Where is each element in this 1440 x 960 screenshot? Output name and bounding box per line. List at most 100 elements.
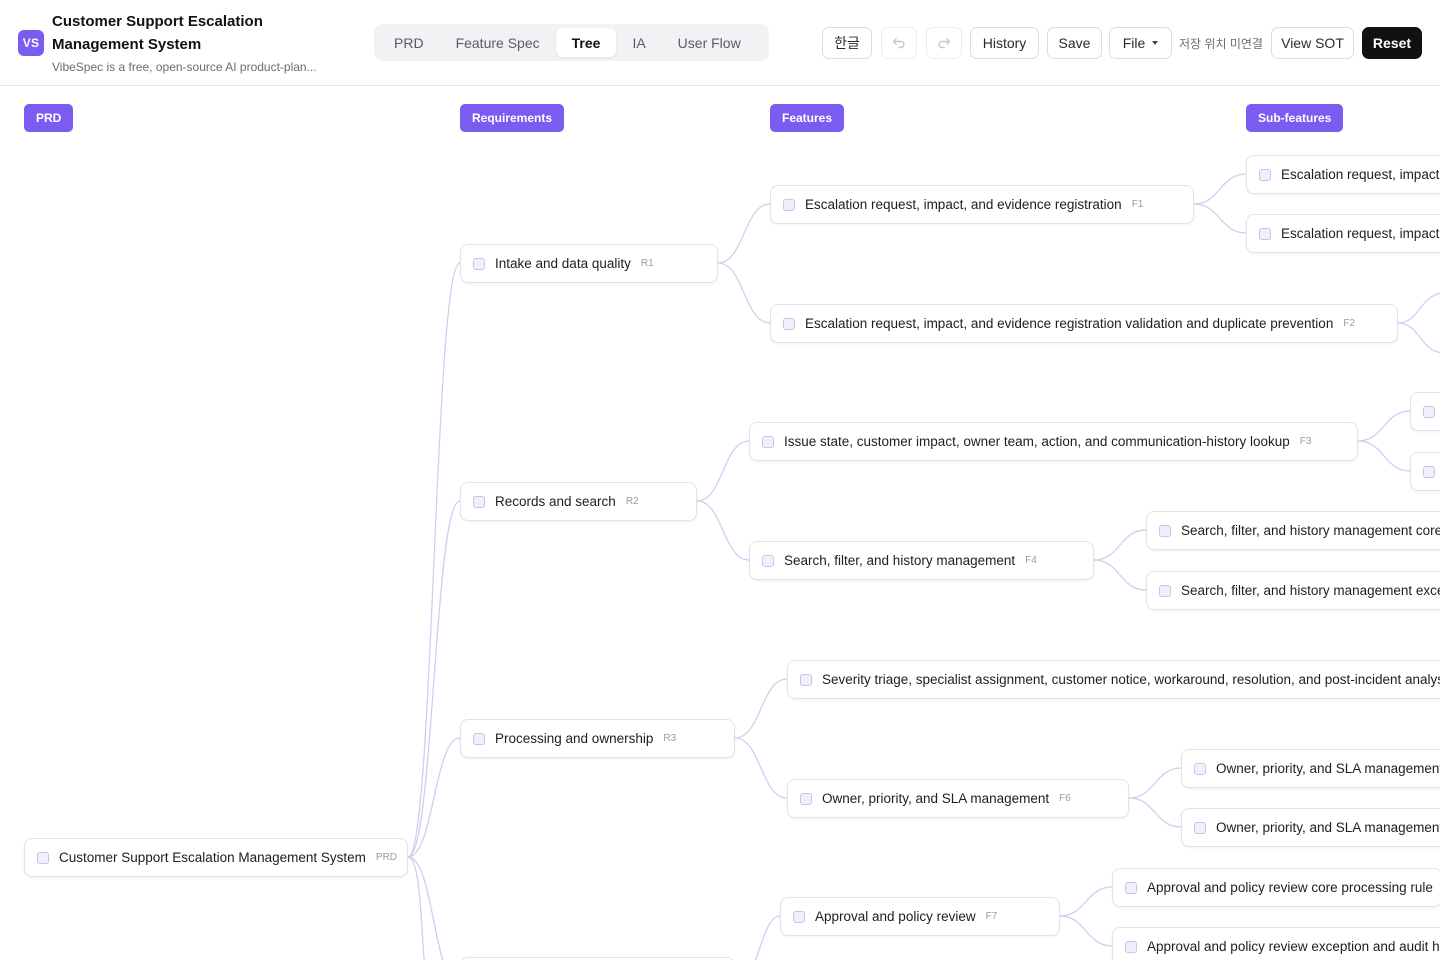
view-sot-button[interactable]: View SOT xyxy=(1271,27,1354,59)
link-f1-s2 xyxy=(1193,203,1247,234)
tree-node-feature[interactable]: Severity triage, specialist assignment, … xyxy=(787,660,1440,699)
link-r3-f5 xyxy=(734,678,788,739)
node-checkbox[interactable] xyxy=(473,495,485,508)
tree-node-feature[interactable]: Issue state, customer impact, owner team… xyxy=(749,422,1358,461)
link-f6-s2 xyxy=(1128,797,1182,828)
node-checkbox[interactable] xyxy=(1423,465,1435,478)
language-button[interactable]: 한글 xyxy=(822,27,872,59)
tree-node-subfeature[interactable] xyxy=(1410,452,1440,491)
node-code: PRD xyxy=(375,852,398,863)
app-subtitle: VibeSpec is a free, open-source AI produ… xyxy=(52,60,317,74)
link-f4-s2 xyxy=(1093,559,1147,591)
node-label: Search, filter, and history management e… xyxy=(1181,583,1440,598)
column-label-features: Features xyxy=(770,104,845,132)
node-checkbox[interactable] xyxy=(783,198,795,211)
node-checkbox[interactable] xyxy=(473,257,485,270)
tree-node-subfeature[interactable] xyxy=(1410,392,1440,431)
tree-node-feature[interactable]: Escalation request, impact, and evidence… xyxy=(770,304,1398,343)
tree-node-requirement[interactable]: Intake and data quality R1 xyxy=(460,244,718,283)
node-checkbox[interactable] xyxy=(1194,821,1206,834)
link-root-r1 xyxy=(407,262,461,858)
chevron-down-icon xyxy=(1152,41,1159,45)
link-f2-s xyxy=(1397,293,1440,324)
node-label: Issue state, customer impact, owner team… xyxy=(784,434,1290,449)
tab-feature-spec[interactable]: Feature Spec xyxy=(440,28,556,57)
link-r2-f3 xyxy=(696,440,750,502)
save-button[interactable]: Save xyxy=(1047,27,1102,59)
app-logo: VS xyxy=(18,30,44,56)
tree-node-root[interactable]: Customer Support Escalation Management S… xyxy=(24,838,408,877)
column-label-requirements: Requirements xyxy=(460,104,565,132)
node-label: Records and search xyxy=(495,494,616,509)
tree-node-subfeature[interactable]: Search, filter, and history management e… xyxy=(1146,571,1440,610)
link-f6-s1 xyxy=(1128,767,1182,799)
node-label: Search, filter, and history management xyxy=(784,553,1016,568)
node-checkbox[interactable] xyxy=(1159,584,1171,597)
node-checkbox[interactable] xyxy=(1259,227,1271,240)
link-r1-f2 xyxy=(717,262,771,324)
link-f1-s1 xyxy=(1193,173,1247,205)
redo-button[interactable] xyxy=(926,27,962,59)
tree-node-subfeature[interactable]: Escalation request, impact, a xyxy=(1246,214,1440,253)
node-checkbox[interactable] xyxy=(800,792,812,805)
node-code: F3 xyxy=(1299,436,1312,447)
undo-button[interactable] xyxy=(881,27,917,59)
column-label-prd: PRD xyxy=(24,104,74,132)
history-button[interactable]: History xyxy=(970,27,1039,59)
node-label: Customer Support Escalation Management S… xyxy=(59,850,366,865)
node-checkbox[interactable] xyxy=(793,910,805,923)
node-checkbox[interactable] xyxy=(1259,168,1271,181)
node-code: R1 xyxy=(640,258,654,269)
node-code: F6 xyxy=(1059,793,1071,804)
tree-node-subfeature[interactable]: Owner, priority, and SLA management e xyxy=(1181,808,1440,847)
link-r1-f1 xyxy=(717,203,771,264)
node-checkbox[interactable] xyxy=(1194,762,1206,775)
tree-node-subfeature[interactable]: Approval and policy review core processi… xyxy=(1112,868,1440,907)
tree-node-subfeature[interactable]: Approval and policy review exception and… xyxy=(1112,927,1440,960)
view-tabs: PRD Feature Spec Tree IA User Flow xyxy=(374,24,769,61)
tab-tree[interactable]: Tree xyxy=(555,28,617,57)
tab-ia[interactable]: IA xyxy=(616,28,661,57)
link-f2-s2 xyxy=(1397,322,1440,353)
reset-button[interactable]: Reset xyxy=(1362,27,1422,59)
tab-user-flow[interactable]: User Flow xyxy=(662,28,757,57)
node-label: Search, filter, and history management c… xyxy=(1181,523,1440,538)
link-f3-s2 xyxy=(1357,440,1411,472)
tree-node-feature[interactable]: Owner, priority, and SLA management F6 xyxy=(787,779,1129,818)
tree-node-subfeature[interactable]: Escalation request, impact, a xyxy=(1246,155,1440,194)
tree-node-subfeature[interactable]: Owner, priority, and SLA management c xyxy=(1181,749,1440,788)
undo-icon xyxy=(892,38,905,49)
node-label: Owner, priority, and SLA management xyxy=(822,791,1050,806)
node-checkbox[interactable] xyxy=(762,554,774,567)
node-checkbox[interactable] xyxy=(37,851,49,864)
tree-node-subfeature[interactable]: Search, filter, and history management c… xyxy=(1146,511,1440,550)
node-checkbox[interactable] xyxy=(473,732,485,745)
file-menu-button[interactable]: File xyxy=(1109,27,1172,59)
node-checkbox[interactable] xyxy=(783,317,795,330)
tree-node-requirement[interactable]: Records and search R2 xyxy=(460,482,697,521)
link-f7-s1 xyxy=(1059,886,1113,917)
node-code: F4 xyxy=(1025,555,1037,566)
tab-prd[interactable]: PRD xyxy=(378,28,440,57)
node-checkbox[interactable] xyxy=(1125,940,1137,953)
tree-node-feature[interactable]: Approval and policy review F7 xyxy=(780,897,1060,936)
node-checkbox[interactable] xyxy=(1159,524,1171,537)
node-checkbox[interactable] xyxy=(762,435,774,448)
node-label: Escalation request, impact, a xyxy=(1281,226,1440,241)
node-label: Escalation request, impact, and evidence… xyxy=(805,316,1334,331)
node-label: Processing and ownership xyxy=(495,731,654,746)
link-root-r5 xyxy=(407,856,425,960)
node-label: Owner, priority, and SLA management c xyxy=(1216,761,1440,776)
node-label: Escalation request, impact, a xyxy=(1281,167,1440,182)
link-r3-f6 xyxy=(734,737,788,799)
link-r2-f4 xyxy=(696,500,750,561)
node-checkbox[interactable] xyxy=(1125,881,1137,894)
node-checkbox[interactable] xyxy=(1423,405,1435,418)
tree-node-feature[interactable]: Escalation request, impact, and evidence… xyxy=(770,185,1194,224)
tree-node-requirement[interactable]: Processing and ownership R3 xyxy=(460,719,735,758)
node-code: R2 xyxy=(625,496,639,507)
tree-node-feature[interactable]: Search, filter, and history management F… xyxy=(749,541,1094,580)
link-f4-s1 xyxy=(1093,529,1147,561)
file-menu-label: File xyxy=(1122,35,1146,51)
node-checkbox[interactable] xyxy=(800,673,812,686)
